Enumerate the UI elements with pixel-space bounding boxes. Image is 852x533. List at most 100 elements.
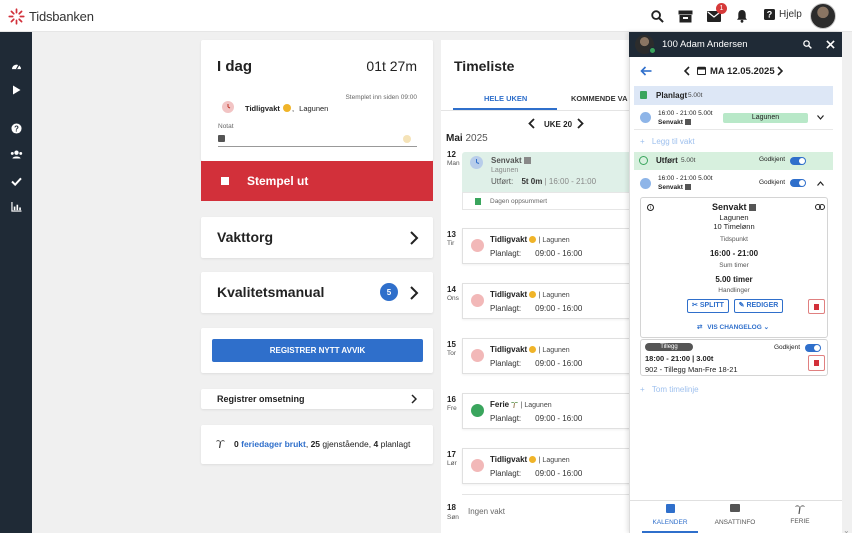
omsetning-card[interactable]: Registrer omsetning [201, 389, 433, 409]
logo[interactable]: Tidsbanken [8, 8, 94, 25]
day-name: Tor [447, 350, 457, 357]
delete-button[interactable] [808, 299, 825, 314]
changelog-toggle[interactable]: ⇄ VIS CHANGELOG ⌄ [697, 323, 769, 331]
empty-timeline-link[interactable]: + Tom timelinje [640, 385, 699, 394]
calendar-icon[interactable] [697, 66, 706, 75]
date-prev-icon[interactable] [684, 66, 690, 76]
bell-icon[interactable] [734, 8, 750, 24]
omsetning-title: Registrer omsetning [217, 394, 305, 404]
add-shift-link[interactable]: + Legg til vakt [640, 137, 695, 146]
detail-pay: 10 Timelønn [713, 222, 755, 231]
edit-button[interactable]: ✎ REDIGER [734, 299, 783, 313]
shift-card[interactable]: Tidligvakt | Lagunen Planlagt: 09:00 - 16… [462, 283, 632, 319]
calendar-small-icon [640, 91, 647, 99]
no-shift-label: Ingen vakt [468, 507, 505, 516]
search-icon[interactable] [803, 40, 812, 49]
scroll-down-icon[interactable]: ⌄ [843, 526, 850, 533]
help-nav-icon[interactable]: ? [9, 121, 23, 135]
shift-title: Tidligvakt | Lagunen [490, 290, 570, 299]
palm-icon [511, 401, 519, 409]
week-next-icon[interactable] [577, 118, 584, 129]
scrollbar[interactable]: ⌄ [842, 32, 852, 533]
tab-vacation[interactable]: FERIE [772, 504, 828, 533]
shift-card[interactable]: Ferie | Lagunen Planlagt: 09:00 - 16:00 [462, 393, 632, 429]
planned-row[interactable]: 16:00 - 21:00 5.00t Senvakt Lagunen [634, 106, 833, 130]
detail-title-text: Senvakt [711, 202, 747, 212]
date-next-icon[interactable] [777, 66, 783, 76]
kvalitet-card[interactable]: Kvalitetsmanual 5 [201, 272, 433, 313]
chevron-right-icon [410, 231, 419, 245]
close-icon[interactable] [826, 40, 835, 49]
pencil-icon: ✎ [738, 302, 745, 309]
note-label: Notat [218, 123, 234, 130]
shift-status-dot [471, 459, 484, 472]
shift-location: | Lagunen [520, 402, 552, 409]
approved-label: Godkjent [759, 179, 786, 186]
year: 2025 [465, 133, 488, 144]
shift-prefix: Planlagt: [490, 249, 522, 258]
play-icon[interactable] [9, 83, 23, 97]
emoji-icon[interactable] [403, 135, 411, 143]
shift-name: Tidligvakt [490, 455, 528, 464]
shift-card[interactable]: Tidligvakt | Lagunen Planlagt: 09:00 - 16… [462, 228, 632, 264]
done-header: Utført 5.00t Godkjent [634, 152, 833, 170]
delete-button[interactable] [808, 355, 825, 371]
note-input[interactable] [218, 133, 417, 147]
tab-divider [441, 110, 631, 111]
back-arrow-icon[interactable] [640, 66, 652, 76]
shift-time: 09:00 - 16:00 [535, 469, 583, 478]
shift-line: Planlagt: 09:00 - 16:00 [490, 469, 582, 478]
store-icon[interactable] [677, 8, 693, 24]
day-name: Fre [447, 405, 457, 412]
help-link[interactable]: ? Hjelp [764, 9, 802, 20]
week-prev-icon[interactable] [528, 118, 535, 129]
stamped-since: Stemplet inn siden 09:00 [345, 94, 417, 101]
shift-time: 09:00 - 16:00 [535, 359, 583, 368]
split-button[interactable]: ✂ SPLITT [687, 299, 729, 313]
users-icon[interactable] [9, 147, 23, 161]
day-name: Man [447, 160, 460, 167]
chevron-up-icon[interactable] [817, 181, 824, 186]
help-label: Hjelp [779, 9, 802, 20]
day-name: Lør [447, 460, 457, 467]
tab-calendar[interactable]: KALENDER [642, 504, 698, 533]
day-number: 18 [447, 503, 456, 512]
mail-badge: 1 [716, 3, 727, 14]
shift-card[interactable]: Tidligvakt | Lagunen Planlagt: 09:00 - 16… [462, 338, 632, 374]
tab-upcoming[interactable]: KOMMENDE VA [571, 94, 628, 103]
dashboard-icon[interactable] [9, 58, 23, 72]
shift-title: Senvakt [491, 156, 531, 165]
shift-card-done[interactable]: Senvakt Lagunen Utført: 5t 0m | 16:00 - … [462, 152, 632, 192]
shift-line: Utført: 5t 0m | 16:00 - 21:00 [491, 177, 596, 186]
shift-time: 09:00 - 16:00 [535, 414, 583, 423]
tab-whole-week[interactable]: HELE UKEN [484, 94, 527, 103]
shift-name: Ferie [490, 400, 510, 409]
done-row[interactable]: 16:00 - 21:00 5.00t Senvakt Godkjent [634, 172, 833, 195]
approved-toggle[interactable] [805, 344, 821, 352]
search-icon[interactable] [649, 8, 665, 24]
id-card-icon [730, 504, 740, 512]
shift-time: 09:00 - 16:00 [535, 249, 583, 258]
shift-status-dot [471, 294, 484, 307]
stamp-out-button[interactable]: Stempel ut [201, 161, 433, 201]
planned-shift: Senvakt [658, 119, 691, 126]
time-label: Tidspunkt [720, 236, 748, 243]
approved-toggle[interactable] [790, 157, 806, 165]
day-number: 12 [447, 150, 456, 159]
user-avatar[interactable] [810, 3, 836, 29]
shift-line: Planlagt: 09:00 - 16:00 [490, 359, 582, 368]
vakttorg-card[interactable]: Vakttorg [201, 217, 433, 258]
day-summary[interactable]: Dagen oppsummert [462, 192, 632, 210]
chart-icon[interactable] [9, 200, 23, 214]
split-label: SPLITT [699, 302, 724, 309]
tab-calendar-label: KALENDER [652, 519, 688, 526]
check-icon[interactable] [9, 174, 23, 188]
shift-icon [684, 119, 691, 125]
chevron-down-icon[interactable] [817, 115, 824, 120]
help-icon: ? [764, 9, 775, 20]
tab-employee-info[interactable]: ANSATTINFO [707, 504, 763, 533]
shift-card[interactable]: Tidligvakt | Lagunen Planlagt: 09:00 - 16… [462, 448, 632, 484]
vacation-used-label[interactable]: feriedager brukt [241, 439, 306, 449]
approved-toggle[interactable] [790, 179, 806, 187]
register-deviation-button[interactable]: REGISTRER NYTT AVVIK [212, 339, 423, 362]
